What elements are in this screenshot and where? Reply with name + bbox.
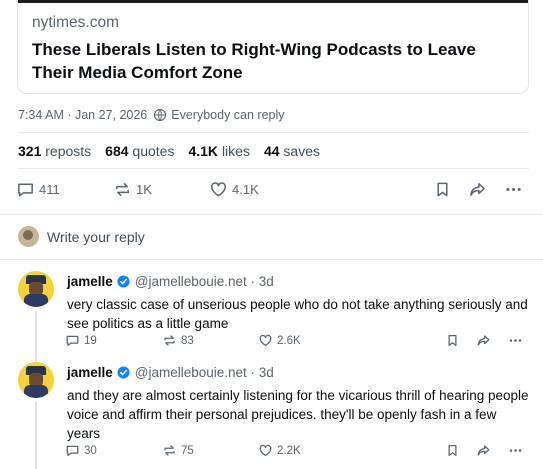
speech-bubble-icon xyxy=(66,335,79,347)
link-card-image xyxy=(18,0,528,3)
more-icon xyxy=(509,339,522,342)
author-name[interactable]: jamelle xyxy=(67,365,113,380)
share-button[interactable] xyxy=(476,443,495,458)
reply-actions: 19 83 2.6K xyxy=(65,333,530,351)
link-card-domain: nytimes.com xyxy=(32,14,119,31)
speech-bubble-icon xyxy=(18,183,33,197)
link-card-title: These Liberals Listen to Right-Wing Podc… xyxy=(32,40,476,82)
like-count: 2.2K xyxy=(277,444,301,457)
bookmark-icon xyxy=(448,444,457,457)
repost-button[interactable]: 1K xyxy=(113,180,152,199)
reply-button[interactable]: 30 xyxy=(65,443,97,458)
divider xyxy=(18,168,529,169)
bookmark-button[interactable] xyxy=(445,333,464,348)
repost-button[interactable]: 75 xyxy=(162,443,194,458)
share-icon xyxy=(477,445,490,456)
thread-line xyxy=(35,311,37,363)
like-button[interactable]: 2.6K xyxy=(258,333,301,348)
bookmark-button[interactable] xyxy=(433,180,456,199)
bookmark-icon xyxy=(437,182,448,197)
reply-placeholder: Write your reply xyxy=(47,228,145,245)
reply-button[interactable]: 411 xyxy=(16,180,60,199)
avatar xyxy=(18,226,39,247)
like-count: 4.1K xyxy=(232,182,259,197)
share-button[interactable] xyxy=(468,180,491,199)
bookmark-button[interactable] xyxy=(445,443,464,458)
bookmark-icon xyxy=(448,334,457,347)
reply-header: jamelle @jamellebouie.net · 3d xyxy=(67,274,274,289)
divider xyxy=(0,214,543,215)
stat-reposts[interactable]: 321 reposts xyxy=(18,143,91,159)
verified-check-icon xyxy=(117,275,130,288)
share-icon xyxy=(470,183,485,196)
reply-setting[interactable]: Everybody can reply xyxy=(171,108,284,122)
repost-icon xyxy=(116,183,129,196)
reply-composer[interactable]: Write your reply xyxy=(18,226,145,247)
share-icon xyxy=(477,335,490,346)
repost-icon xyxy=(164,445,175,456)
reply-header: jamelle @jamellebouie.net · 3d xyxy=(67,365,274,380)
reply-actions: 30 75 2.2K xyxy=(65,443,530,461)
post-timestamp: 7:34 AM · Jan 27, 2026 xyxy=(18,108,148,122)
repost-count: 83 xyxy=(181,334,194,347)
more-icon xyxy=(509,449,522,452)
speech-bubble-icon xyxy=(66,445,79,457)
stat-saves[interactable]: 44 saves xyxy=(264,143,320,159)
heart-icon xyxy=(211,182,226,197)
like-button[interactable]: 4.1K xyxy=(209,180,259,199)
post-meta: 7:34 AM · Jan 27, 2026 Everybody can rep… xyxy=(18,108,285,122)
repost-icon xyxy=(164,335,175,346)
globe-icon xyxy=(154,108,167,122)
reply-count: 19 xyxy=(84,334,97,347)
repost-button[interactable]: 83 xyxy=(162,333,194,348)
reply-button[interactable]: 19 xyxy=(65,333,97,348)
stat-likes[interactable]: 4.1K likes xyxy=(188,143,249,159)
reply-text: very classic case of unserious people wh… xyxy=(67,297,528,331)
divider xyxy=(18,132,529,133)
more-button[interactable] xyxy=(508,443,527,458)
post-actions: 411 1K 4.1K xyxy=(16,180,528,202)
divider xyxy=(0,259,543,260)
thread-line xyxy=(35,402,37,469)
more-button[interactable] xyxy=(508,333,527,348)
author-handle[interactable]: @jamellebouie.net · 3d xyxy=(135,365,274,380)
heart-icon xyxy=(259,334,272,347)
heart-icon xyxy=(259,444,272,457)
reply-count: 411 xyxy=(39,182,60,197)
more-button[interactable] xyxy=(504,180,527,199)
reply-count: 30 xyxy=(84,444,97,457)
post-stats: 321 reposts 684 quotes 4.1K likes 44 sav… xyxy=(18,143,320,159)
verified-check-icon xyxy=(117,366,130,379)
author-handle[interactable]: @jamellebouie.net · 3d xyxy=(135,274,274,289)
reply-text: and they are almost certainly listening … xyxy=(67,388,529,441)
stat-quotes[interactable]: 684 quotes xyxy=(105,143,174,159)
like-count: 2.6K xyxy=(277,334,301,347)
like-button[interactable]: 2.2K xyxy=(258,443,301,458)
more-icon xyxy=(506,187,521,192)
repost-count: 75 xyxy=(181,444,194,457)
avatar[interactable] xyxy=(18,271,54,307)
avatar[interactable] xyxy=(18,362,54,398)
repost-count: 1K xyxy=(136,182,152,197)
link-card[interactable]: nytimes.com These Liberals Listen to Rig… xyxy=(17,0,529,94)
author-name[interactable]: jamelle xyxy=(67,274,113,289)
share-button[interactable] xyxy=(476,333,495,348)
